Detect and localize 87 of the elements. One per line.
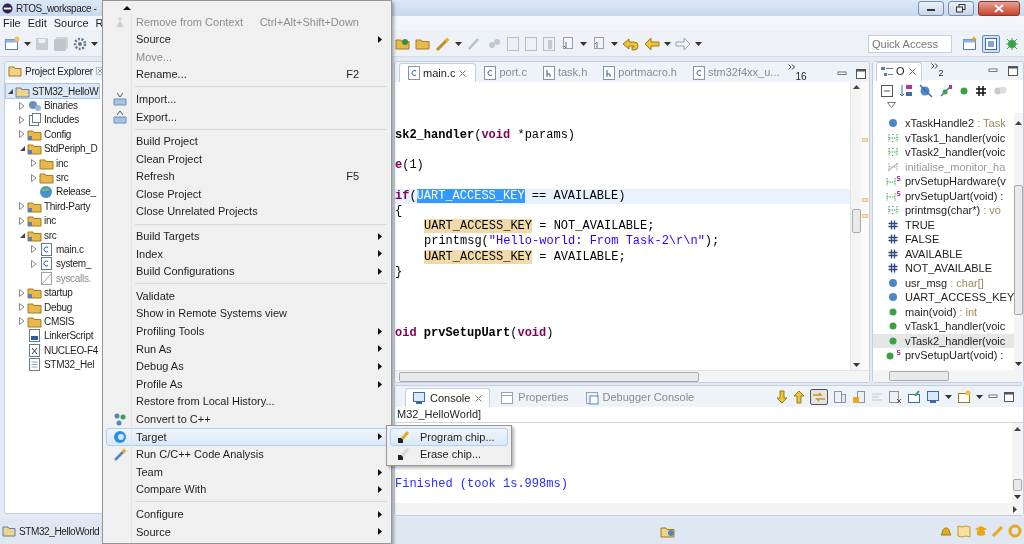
menu-item[interactable]: Erase chip...: [390, 445, 508, 464]
tree-item[interactable]: startup: [18, 285, 74, 300]
console-line: Finished (took 1s.998ms): [395, 476, 569, 493]
code-line: e(1): [395, 158, 424, 174]
menu-item[interactable]: Validate: [106, 287, 388, 305]
tree-item[interactable]: STM32_HelloW: [6, 84, 100, 99]
menu-item[interactable]: Build Project: [106, 132, 388, 151]
outline-item[interactable]: AVAILABLE: [873, 246, 1015, 261]
tree-item[interactable]: STM32_Hel: [18, 357, 96, 372]
outline-item[interactable]: vTask2_handler(voic: [873, 145, 1015, 160]
menu-item[interactable]: Configure: [106, 505, 388, 524]
code-line: UART_ACCESS_KEY = AVAILABLE;: [423, 249, 626, 266]
menu-item[interactable]: File: [3, 15, 21, 32]
menu-item[interactable]: Close Unrelated Projects: [106, 202, 388, 221]
tree-item[interactable]: CMSIS: [18, 314, 76, 329]
menu-item[interactable]: Index: [106, 245, 388, 263]
menu-item[interactable]: Build Targets: [106, 227, 388, 246]
tree-item[interactable]: main.c: [30, 242, 85, 257]
window-title: RTOS_workspace -: [16, 1, 97, 16]
outline-item[interactable]: main(void) : int: [873, 304, 1015, 319]
tree-item[interactable]: LinkerScript: [18, 328, 95, 344]
code-line: printmsg("Hello-world: From Task-2\r\n");: [423, 234, 720, 250]
tree-item[interactable]: inc: [18, 213, 57, 228]
menu-item[interactable]: Edit: [27, 15, 47, 32]
tree-item[interactable]: NUCLEO-F4: [18, 343, 99, 358]
outline-item[interactable]: prvSetupUart(void) :: [873, 348, 1015, 363]
overflow-tabs-button[interactable]: 16: [787, 64, 807, 82]
menu-item[interactable]: Close Project: [106, 185, 388, 203]
tree-item[interactable]: Includes: [18, 112, 80, 128]
menu-item[interactable]: Compare With: [106, 480, 388, 499]
overflow-tabs-button[interactable]: 2: [930, 63, 944, 79]
tree-item[interactable]: Third-Party: [18, 199, 92, 214]
menu-item[interactable]: Convert to C++: [106, 410, 388, 429]
menu-item[interactable]: Team: [106, 463, 388, 481]
outline-item[interactable]: printmsg(char*) : vo: [873, 203, 1015, 218]
tree-item[interactable]: Release_: [30, 184, 97, 200]
menu-item[interactable]: Profiling Tools: [106, 322, 388, 341]
code-line: {: [395, 203, 403, 220]
outline-item[interactable]: NOT_AVAILABLE: [873, 261, 1015, 276]
menu-item[interactable]: Import...: [106, 90, 388, 108]
tree-item[interactable]: system_: [30, 256, 93, 272]
tree-item[interactable]: src: [18, 227, 58, 243]
code-line: if(UART_ACCESS_KEY == AVAILABLE): [395, 188, 626, 204]
console-tab[interactable]: Console: [405, 388, 491, 407]
menu-item[interactable]: Source: [53, 15, 89, 32]
outline-item[interactable]: UART_ACCESS_KEY: [873, 290, 1015, 305]
menu-item[interactable]: Refresh F5: [106, 167, 388, 186]
code-line: oid prvSetupUart(void): [395, 326, 554, 342]
menu-item[interactable]: Build Configurations: [106, 262, 388, 281]
panel-title[interactable]: Project Explorer: [25, 63, 93, 79]
status-text: STM32_HelloWorld: [19, 524, 100, 539]
outline-item[interactable]: vTask1_handler(voic: [873, 319, 1015, 334]
code-line: sk2_handler(void *params): [395, 128, 576, 144]
menu-item[interactable]: Source: [106, 30, 388, 49]
menu-item[interactable]: Show in Remote Systems view: [106, 304, 388, 323]
menu-item[interactable]: Program chip...: [390, 428, 508, 446]
outline-item[interactable]: xTaskHandle2 : Task: [873, 116, 1015, 131]
menu-item[interactable]: Run C/C++ Code Analysis: [106, 445, 388, 464]
tree-item[interactable]: StdPeriph_D: [18, 141, 99, 156]
console-title: M32_HelloWorld]: [397, 407, 482, 423]
outline-tab[interactable]: O: [876, 62, 922, 81]
code-line: UART_ACCESS_KEY = NOT_AVAILABLE;: [423, 219, 655, 235]
outline-item[interactable]: usr_msg : char[]: [873, 275, 1015, 290]
outline-item[interactable]: vTask2_handler(voic: [873, 333, 1015, 348]
code-line: }: [395, 265, 403, 281]
tree-item[interactable]: Config: [18, 127, 73, 142]
menu-item[interactable]: Run As: [106, 340, 388, 358]
tree-item[interactable]: src: [30, 170, 70, 185]
menu-item[interactable]: Profile As: [106, 375, 388, 393]
editor-tab[interactable]: main.c: [399, 63, 477, 82]
outline-item[interactable]: vTask1_handler(voic: [873, 130, 1015, 145]
menu-item[interactable]: Clean Project: [106, 150, 388, 168]
outline-item[interactable]: prvSetupHardware(v: [873, 174, 1015, 189]
menu-item[interactable]: Debug As: [106, 357, 388, 376]
quick-access-field[interactable]: Quick Access: [868, 34, 952, 53]
tree-item[interactable]: Binaries: [18, 98, 79, 113]
menu-item[interactable]: Target: [106, 428, 388, 446]
tree-item[interactable]: syscalls.: [30, 271, 93, 286]
menu-item[interactable]: Source: [106, 523, 388, 541]
menu-item[interactable]: Rename... F2: [106, 65, 388, 84]
tree-item[interactable]: Debug: [18, 299, 73, 315]
tree-item[interactable]: inc: [30, 155, 69, 171]
menu-item[interactable]: Restore from Local History...: [106, 392, 388, 411]
outline-item[interactable]: prvSetupUart(void) :: [873, 188, 1015, 203]
menu-item[interactable]: Export...: [106, 107, 388, 126]
outline-item[interactable]: FALSE: [873, 232, 1015, 247]
outline-item[interactable]: TRUE: [873, 217, 1015, 232]
